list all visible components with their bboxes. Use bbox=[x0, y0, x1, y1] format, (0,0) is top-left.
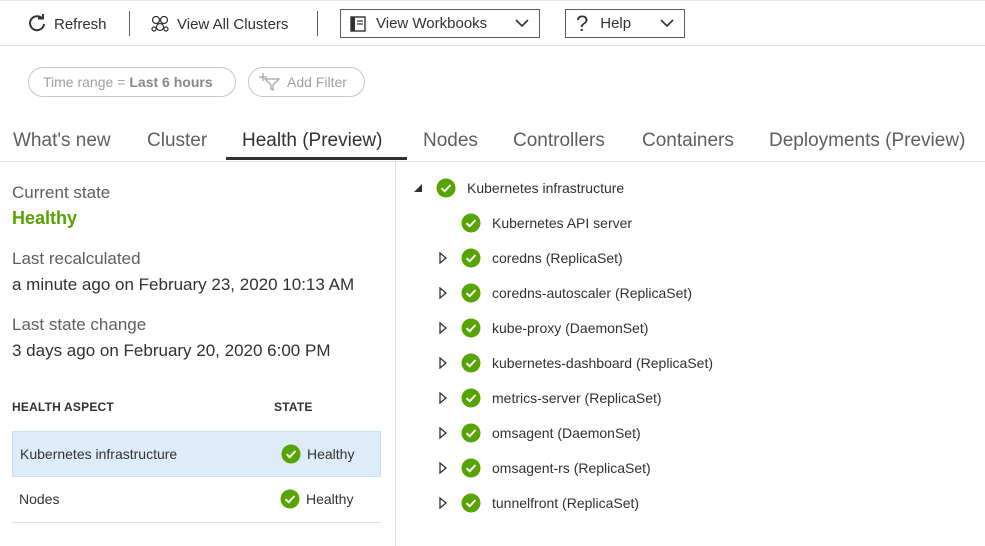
tree-item-label: omsagent (DaemonSet) bbox=[492, 425, 641, 441]
expand-triangle-icon[interactable] bbox=[438, 427, 448, 439]
table-row[interactable]: Nodes Healthy bbox=[12, 477, 381, 523]
healthy-check-icon bbox=[461, 213, 481, 233]
time-range-label: Time range = bbox=[43, 74, 126, 90]
chevron-down-icon bbox=[515, 19, 529, 28]
tree-item[interactable]: tunnelfront (ReplicaSet) bbox=[461, 491, 639, 515]
healthy-check-icon bbox=[461, 353, 481, 373]
tree-item[interactable]: kubernetes-dashboard (ReplicaSet) bbox=[461, 351, 713, 375]
view-workbooks-dropdown[interactable]: View Workbooks bbox=[340, 9, 540, 38]
workbook-icon bbox=[350, 15, 366, 32]
healthy-check-icon bbox=[280, 489, 300, 509]
aspect-state-label: Healthy bbox=[306, 491, 354, 507]
tab-controllers[interactable]: Controllers bbox=[513, 130, 605, 152]
current-state-value: Healthy bbox=[12, 208, 78, 228]
column-header-health-aspect: HEALTH ASPECT bbox=[12, 400, 114, 414]
time-range-value: Last 6 hours bbox=[129, 74, 213, 90]
last-recalculated-label: Last recalculated bbox=[12, 249, 141, 268]
help-dropdown[interactable]: ? Help bbox=[565, 9, 685, 38]
aspect-name: Nodes bbox=[19, 491, 60, 507]
chevron-down-icon bbox=[660, 19, 674, 28]
tab-health[interactable]: Health (Preview) bbox=[242, 130, 382, 152]
refresh-button[interactable]: Refresh bbox=[27, 10, 107, 38]
tree-item[interactable]: Kubernetes API server bbox=[461, 211, 632, 235]
aspect-state: Healthy bbox=[280, 489, 353, 509]
tree-item[interactable]: coredns-autoscaler (ReplicaSet) bbox=[461, 281, 692, 305]
tree-item-label: Kubernetes API server bbox=[492, 215, 633, 231]
help-label: Help bbox=[600, 15, 632, 32]
tree-item[interactable]: omsagent-rs (ReplicaSet) bbox=[461, 456, 651, 480]
add-filter-icon bbox=[259, 73, 281, 91]
tree-item[interactable]: metrics-server (ReplicaSet) bbox=[461, 386, 662, 410]
tree-item-label: coredns-autoscaler (ReplicaSet) bbox=[492, 285, 692, 301]
tree-item[interactable]: omsagent (DaemonSet) bbox=[461, 421, 641, 445]
healthy-check-icon bbox=[461, 458, 481, 478]
expand-triangle-icon[interactable] bbox=[438, 322, 448, 334]
expand-triangle-icon[interactable] bbox=[438, 357, 448, 369]
tree-item-label: metrics-server (ReplicaSet) bbox=[492, 390, 662, 406]
healthy-check-icon bbox=[461, 318, 481, 338]
add-filter-label: Add Filter bbox=[287, 74, 347, 90]
expand-triangle-icon[interactable] bbox=[438, 392, 448, 404]
refresh-label: Refresh bbox=[54, 15, 107, 33]
expand-triangle-icon[interactable] bbox=[438, 497, 448, 509]
tree-item[interactable]: coredns (ReplicaSet) bbox=[461, 246, 623, 270]
view-all-clusters-label: View All Clusters bbox=[177, 15, 289, 33]
healthy-check-icon bbox=[436, 178, 456, 198]
help-icon: ? bbox=[576, 10, 589, 36]
aspect-name: Kubernetes infrastructure bbox=[20, 446, 178, 462]
tree-item-label: kube-proxy (DaemonSet) bbox=[492, 320, 649, 336]
tab-whats-new[interactable]: What's new bbox=[13, 130, 111, 152]
tab-deployments[interactable]: Deployments (Preview) bbox=[769, 130, 965, 152]
healthy-check-icon bbox=[461, 248, 481, 268]
healthy-check-icon bbox=[461, 388, 481, 408]
healthy-check-icon bbox=[461, 493, 481, 513]
tree-item-label: tunnelfront (ReplicaSet) bbox=[492, 495, 640, 511]
last-recalculated-value: a minute ago on February 23, 2020 10:13 … bbox=[12, 275, 355, 294]
aspect-state: Healthy bbox=[281, 444, 354, 464]
healthy-check-icon bbox=[461, 423, 481, 443]
table-row[interactable]: Kubernetes infrastructure Healthy bbox=[12, 431, 381, 477]
tree-item-label: omsagent-rs (ReplicaSet) bbox=[492, 460, 651, 476]
tree-item-label: coredns (ReplicaSet) bbox=[492, 250, 623, 266]
tree-item[interactable]: kube-proxy (DaemonSet) bbox=[461, 316, 648, 340]
healthy-check-icon bbox=[461, 283, 481, 303]
tree-item-label: kubernetes-dashboard (ReplicaSet) bbox=[492, 355, 714, 371]
tab-containers[interactable]: Containers bbox=[642, 130, 734, 152]
refresh-icon bbox=[29, 14, 45, 32]
last-state-change-label: Last state change bbox=[12, 315, 147, 334]
last-state-change-value: 3 days ago on February 20, 2020 6:00 PM bbox=[12, 341, 331, 360]
pane-divider bbox=[395, 162, 396, 546]
expand-triangle-icon[interactable] bbox=[438, 287, 448, 299]
tab-nodes[interactable]: Nodes bbox=[423, 130, 478, 152]
expand-triangle-icon[interactable] bbox=[438, 252, 448, 264]
collapse-triangle-icon[interactable] bbox=[412, 182, 424, 194]
time-range-pill[interactable]: Time range = Last 6 hours bbox=[28, 67, 236, 97]
tab-cluster[interactable]: Cluster bbox=[147, 130, 207, 152]
clusters-icon bbox=[151, 15, 169, 32]
active-tab-indicator bbox=[226, 157, 407, 160]
toolbar-separator bbox=[317, 11, 318, 36]
expand-triangle-icon[interactable] bbox=[438, 462, 448, 474]
tree-root-kubernetes-infrastructure[interactable]: Kubernetes infrastructure bbox=[436, 176, 624, 200]
column-header-state: STATE bbox=[274, 400, 313, 414]
aspect-state-label: Healthy bbox=[307, 446, 355, 462]
tree-item-label: Kubernetes infrastructure bbox=[467, 180, 625, 196]
view-workbooks-label: View Workbooks bbox=[376, 15, 488, 32]
current-state-label: Current state bbox=[12, 183, 111, 202]
healthy-check-icon bbox=[281, 444, 301, 464]
view-all-clusters-button[interactable]: View All Clusters bbox=[150, 10, 288, 38]
add-filter-button[interactable]: Add Filter bbox=[248, 67, 365, 97]
toolbar-separator bbox=[129, 11, 130, 36]
